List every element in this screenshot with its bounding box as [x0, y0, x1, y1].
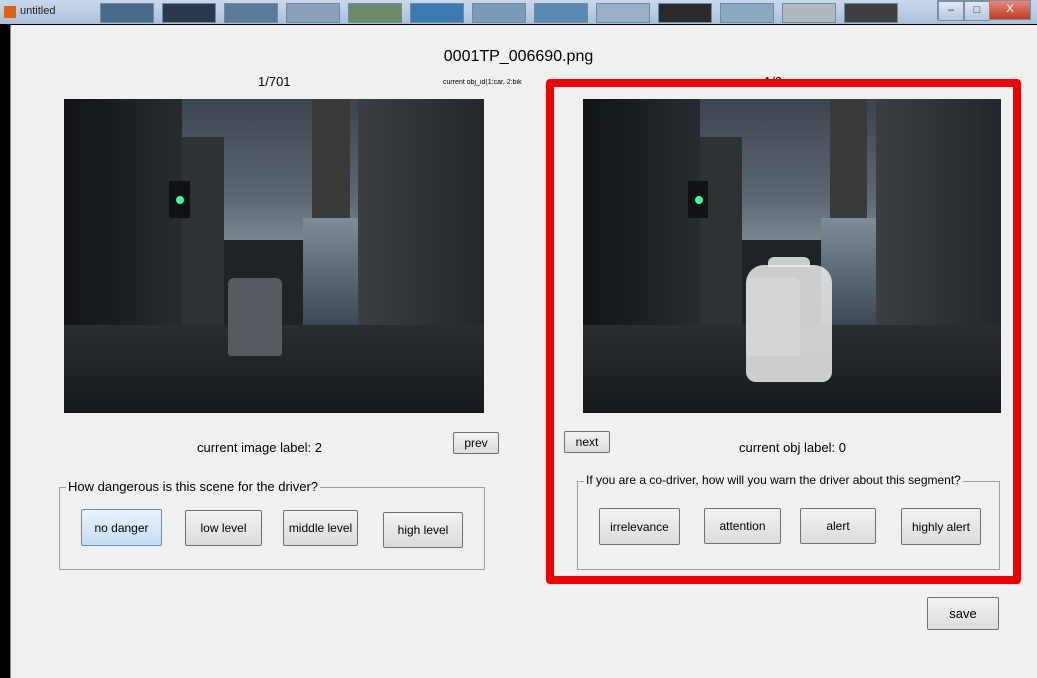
- low-level-button[interactable]: low level: [185, 510, 262, 546]
- window-title: untitled: [20, 5, 56, 17]
- image-filename: 0001TP_006690.png: [443, 48, 594, 65]
- danger-question: How dangerous is this scene for the driv…: [66, 479, 321, 494]
- minimize-icon: –: [938, 1, 964, 21]
- prev-button[interactable]: prev: [453, 432, 499, 454]
- matlab-icon: [4, 6, 16, 18]
- maximize-icon: □: [964, 1, 990, 21]
- high-level-button[interactable]: high level: [383, 512, 463, 548]
- traffic-light: [169, 180, 190, 219]
- minimize-button[interactable]: –: [937, 0, 964, 21]
- close-button[interactable]: X: [989, 0, 1031, 20]
- middle-level-button[interactable]: middle level: [283, 510, 358, 546]
- no-danger-button[interactable]: no danger: [81, 509, 162, 546]
- title-bar: untitled – □ X: [0, 0, 1037, 24]
- taskbar-thumbnails: [100, 3, 898, 23]
- scene-image: [64, 99, 484, 413]
- save-button[interactable]: save: [927, 597, 999, 630]
- maximize-button[interactable]: □: [963, 0, 990, 21]
- image-label-text: current image label: 2: [197, 440, 323, 455]
- obj-id-legend: current obj_id(1:car, 2:bik: [443, 79, 522, 86]
- image-counter: 1/701: [258, 74, 291, 89]
- highlight-box: [546, 79, 1021, 584]
- window-controls: – □ X: [937, 0, 1031, 21]
